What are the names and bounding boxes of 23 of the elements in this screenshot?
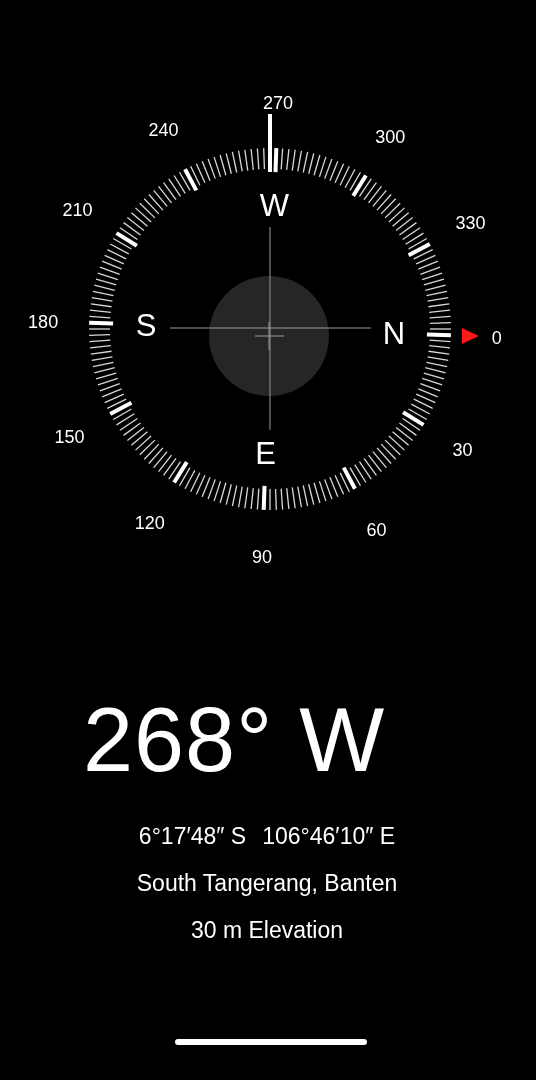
heading-marker (268, 114, 272, 172)
cardinal-label: W (259, 188, 289, 224)
cardinal-label: E (255, 435, 276, 471)
degree-label: 210 (62, 199, 93, 220)
latitude-text: 6°17′48″ S (138, 822, 247, 851)
cardinal-label: N (382, 316, 406, 352)
degree-label: 60 (366, 520, 387, 541)
degree-label: 270 (262, 93, 293, 114)
degree-label: 150 (54, 426, 85, 447)
degree-label: 300 (375, 127, 406, 148)
degree-label: 30 (452, 440, 473, 461)
longitude-text: 106°46′10″ E (262, 822, 396, 851)
degree-label: 180 (28, 312, 59, 333)
degree-label: 0 (491, 327, 502, 348)
heading-reading: 268° W (82, 695, 387, 785)
location-text: South Tangerang, Banten (136, 869, 398, 898)
degree-label: 120 (134, 512, 165, 533)
cardinal-label: S (135, 307, 157, 343)
elevation-text: 30 m Elevation (190, 916, 344, 945)
degree-label: 90 (252, 546, 273, 567)
degree-label: 240 (148, 119, 179, 140)
north-pointer-icon (461, 328, 479, 344)
degree-label: 330 (455, 213, 486, 234)
